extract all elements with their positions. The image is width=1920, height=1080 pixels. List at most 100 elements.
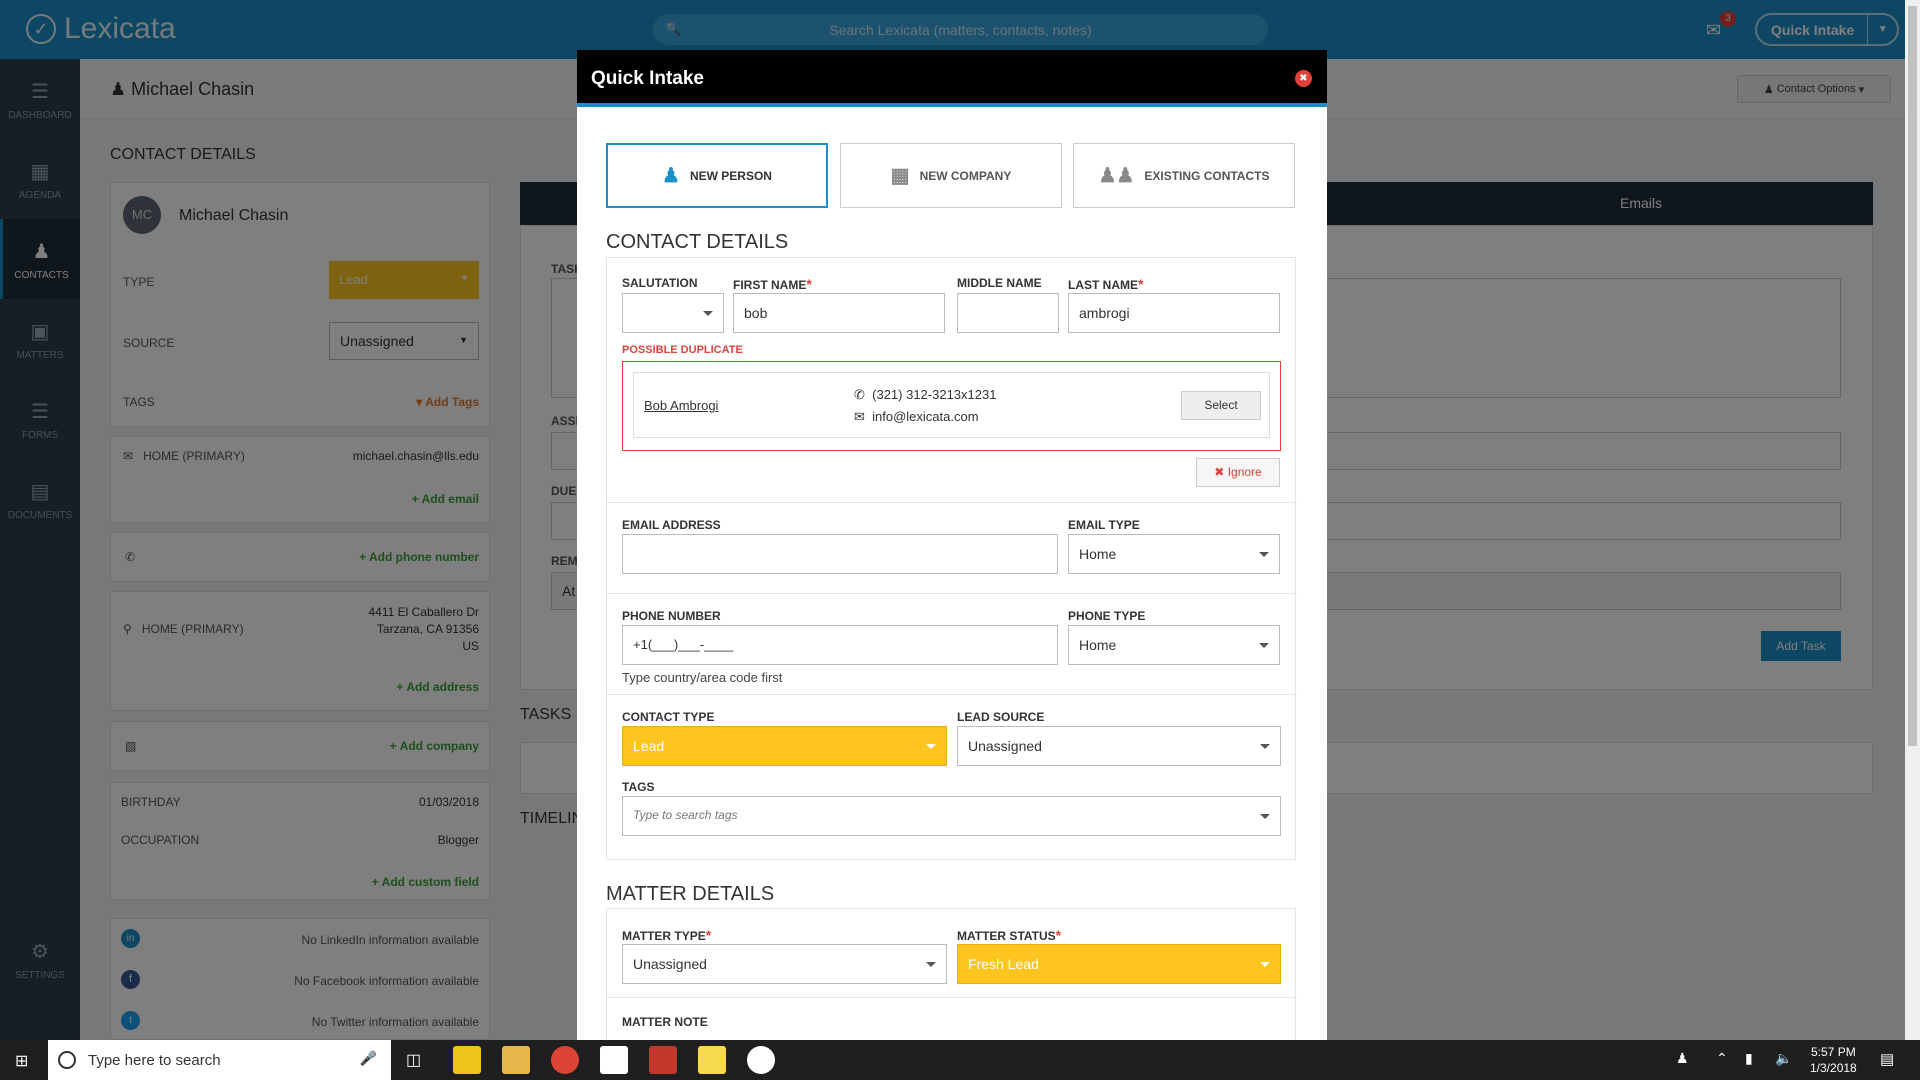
people-icon[interactable]: ♟ xyxy=(1676,1050,1689,1067)
lead-source-label: LEAD SOURCE xyxy=(957,710,1045,724)
tab-new-person[interactable]: ♟ NEW PERSON xyxy=(606,143,828,208)
matter-note-label: MATTER NOTE xyxy=(622,1015,708,1029)
ignore-label: Ignore xyxy=(1227,465,1262,479)
lead-source-select[interactable]: Unassigned xyxy=(957,726,1281,766)
duplicate-email: ✉ info@lexicata.com xyxy=(854,409,979,425)
select-duplicate-button[interactable]: Select xyxy=(1181,391,1261,420)
matter-type-select[interactable]: Unassigned xyxy=(622,944,947,984)
notifications-icon[interactable]: ▤ xyxy=(1880,1050,1894,1068)
tab-label: NEW PERSON xyxy=(689,168,772,183)
contact-type-select[interactable]: Lead xyxy=(622,726,947,766)
matter-status-select[interactable]: Fresh Lead xyxy=(957,944,1281,984)
tab-label: EXISTING CONTACTS xyxy=(1144,168,1270,183)
chevron-up-icon[interactable]: ⌃ xyxy=(1716,1050,1728,1067)
app-icon[interactable] xyxy=(649,1046,677,1074)
tags-search-input[interactable]: Type to search tags xyxy=(622,796,1281,836)
quick-intake-modal: Quick Intake ✖ ♟ NEW PERSON ▦ NEW COMPANY … xyxy=(577,50,1327,1040)
phone-type-label: PHONE TYPE xyxy=(1068,609,1146,623)
contact-details-section: SALUTATION FIRST NAME* bob MIDDLE NAME L… xyxy=(606,257,1297,860)
middle-name-label: MIDDLE NAME xyxy=(957,276,1042,290)
windows-start-icon[interactable]: ⊞ xyxy=(15,1051,28,1071)
chevron-down-icon xyxy=(1260,744,1270,749)
building-icon: ▦ xyxy=(890,165,910,187)
duplicate-phone-value: (321) 312-3213x1231 xyxy=(872,387,997,402)
tags-placeholder: Type to search tags xyxy=(633,808,738,822)
divider xyxy=(607,593,1297,594)
first-name-input[interactable]: bob xyxy=(733,293,945,333)
matter-type-value: Unassigned xyxy=(633,956,707,972)
matter-type-label-text: MATTER TYPE xyxy=(622,929,706,943)
clock-date: 1/3/2018 xyxy=(1810,1061,1857,1075)
chevron-down-icon xyxy=(1260,814,1270,819)
last-name-input[interactable]: ambrogi xyxy=(1068,293,1280,333)
tags-label: TAGS xyxy=(622,780,655,794)
required-marker: * xyxy=(705,927,712,943)
matter-status-value: Fresh Lead xyxy=(968,956,1039,972)
first-name-label: FIRST NAME* xyxy=(733,276,812,292)
sticky-notes-icon[interactable] xyxy=(698,1046,726,1074)
taskbar-search-input[interactable]: Type here to search 🎤 xyxy=(48,1040,391,1080)
last-name-label-text: LAST NAME xyxy=(1068,278,1138,292)
divider xyxy=(607,694,1297,695)
tab-new-company[interactable]: ▦ NEW COMPANY xyxy=(840,143,1062,208)
required-marker: * xyxy=(1138,276,1144,292)
file-explorer-icon[interactable] xyxy=(502,1046,530,1074)
divider xyxy=(607,502,1297,503)
close-icon: ✖ xyxy=(1214,465,1225,479)
email-type-label: EMAIL TYPE xyxy=(1068,518,1140,532)
chrome-icon[interactable] xyxy=(551,1046,579,1074)
phone-number-label: PHONE NUMBER xyxy=(622,609,721,623)
required-marker: * xyxy=(806,276,812,292)
contact-type-label: CONTACT TYPE xyxy=(622,710,715,724)
duplicate-phone: ✆ (321) 312-3213x1231 xyxy=(854,387,996,403)
salutation-label: SALUTATION xyxy=(622,276,698,290)
microphone-icon[interactable]: 🎤 xyxy=(360,1050,377,1067)
last-name-label: LAST NAME* xyxy=(1068,276,1143,292)
tab-existing-contacts[interactable]: ♟♟ EXISTING CONTACTS xyxy=(1073,143,1295,208)
required-marker: * xyxy=(1055,927,1062,943)
chevron-down-icon xyxy=(1260,962,1270,967)
possible-duplicate-label: POSSIBLE DUPLICATE xyxy=(622,344,743,356)
lead-source-value: Unassigned xyxy=(968,738,1042,754)
battery-icon[interactable]: ▮ xyxy=(1745,1050,1753,1067)
modal-header: Quick Intake ✖ xyxy=(577,50,1327,107)
app-icon[interactable] xyxy=(453,1046,481,1074)
ignore-duplicate-button[interactable]: ✖ Ignore xyxy=(1196,458,1280,487)
person-icon: ♟ xyxy=(662,165,680,187)
matter-details-section: MATTER TYPE* Unassigned MATTER STATUS* F… xyxy=(606,908,1297,1040)
chevron-down-icon xyxy=(1259,552,1269,557)
task-view-icon[interactable]: ◫ xyxy=(406,1050,421,1070)
contact-type-value: Lead xyxy=(633,738,665,754)
email-address-label: EMAIL ADDRESS xyxy=(622,518,721,532)
duplicate-email-value: info@lexicata.com xyxy=(872,409,979,424)
google-icon[interactable] xyxy=(600,1046,628,1074)
envelope-icon: ✉ xyxy=(854,409,865,424)
slack-icon[interactable] xyxy=(747,1046,775,1074)
duplicate-card: Bob Ambrogi ✆ (321) 312-3213x1231 ✉ info… xyxy=(633,372,1270,438)
chevron-down-icon xyxy=(703,311,713,316)
email-type-select[interactable]: Home xyxy=(1068,534,1280,574)
page-scrollbar[interactable] xyxy=(1905,0,1920,1040)
middle-name-input[interactable] xyxy=(957,293,1059,333)
phone-number-input[interactable]: +1(___)___-____ xyxy=(622,625,1058,665)
matter-status-label: MATTER STATUS* xyxy=(957,927,1061,943)
duplicate-box: Bob Ambrogi ✆ (321) 312-3213x1231 ✉ info… xyxy=(622,361,1281,451)
duplicate-name-link[interactable]: Bob Ambrogi xyxy=(644,398,718,413)
matter-status-label-text: MATTER STATUS xyxy=(957,929,1056,943)
tab-label: NEW COMPANY xyxy=(919,168,1012,183)
phone-hint: Type country/area code first xyxy=(622,670,783,685)
phone-type-value: Home xyxy=(1079,637,1117,653)
divider xyxy=(607,997,1297,998)
first-name-label-text: FIRST NAME xyxy=(733,278,807,292)
clock[interactable]: 5:57 PM 1/3/2018 xyxy=(1810,1044,1857,1076)
phone-type-select[interactable]: Home xyxy=(1068,625,1280,665)
close-icon[interactable]: ✖ xyxy=(1295,70,1312,87)
scrollbar-thumb[interactable] xyxy=(1908,6,1917,746)
chevron-down-icon xyxy=(926,744,936,749)
volume-icon[interactable]: 🔈 xyxy=(1775,1050,1792,1067)
cortana-icon xyxy=(58,1051,76,1069)
email-address-input[interactable] xyxy=(622,534,1058,574)
salutation-select[interactable] xyxy=(622,293,724,333)
modal-title: Quick Intake xyxy=(591,68,704,89)
chevron-down-icon xyxy=(926,962,936,967)
